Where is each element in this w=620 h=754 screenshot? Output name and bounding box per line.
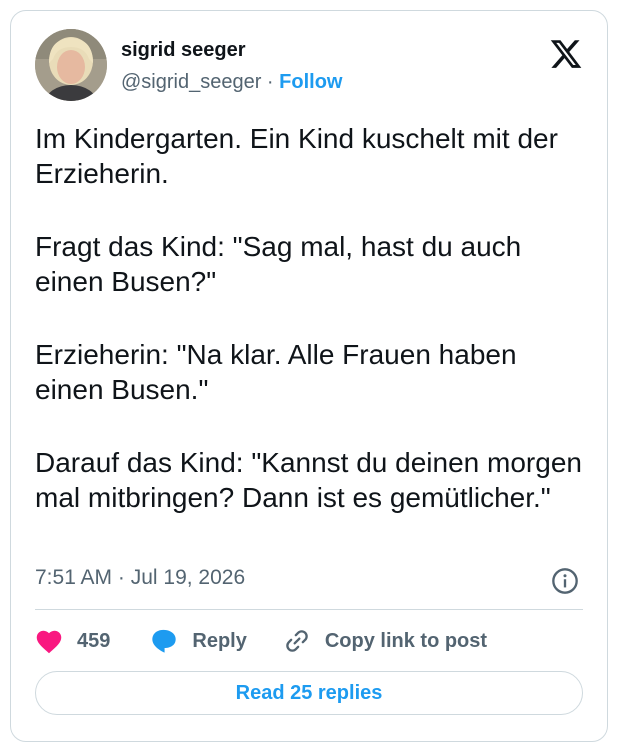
avatar[interactable] — [35, 29, 107, 101]
x-logo-icon[interactable] — [549, 37, 583, 71]
author-handle[interactable]: @sigrid_seeger — [121, 71, 261, 93]
divider — [35, 609, 583, 610]
tweet-paragraph: Im Kindergarten. Ein Kind kuschelt mit d… — [35, 123, 558, 189]
handle-row: @sigrid_seeger · Follow — [121, 71, 342, 94]
tweet-text: Im Kindergarten. Ein Kind kuschelt mit d… — [35, 121, 585, 515]
read-replies-button[interactable]: Read 25 replies — [35, 671, 583, 715]
tweet-timestamp[interactable]: 7:51 AM · Jul 19, 2026 — [35, 566, 245, 590]
link-icon — [286, 630, 308, 652]
follow-button[interactable]: Follow — [279, 71, 342, 93]
handle-separator: · — [261, 71, 280, 93]
info-icon[interactable] — [551, 567, 579, 595]
copy-link-button[interactable]: Copy link to post — [283, 627, 487, 655]
like-button[interactable]: 459 — [35, 628, 110, 654]
tweet-card: sigrid seeger @sigrid_seeger · Follow Im… — [10, 10, 608, 742]
heart-icon — [36, 630, 62, 654]
reply-button[interactable]: Reply — [150, 627, 247, 655]
copy-link-label: Copy link to post — [324, 629, 488, 652]
author-name[interactable]: sigrid seeger — [121, 39, 246, 62]
like-count: 459 — [77, 629, 111, 652]
tweet-paragraph: Erzieherin: "Na klar. Alle Frauen haben … — [35, 339, 517, 405]
speech-bubble-icon — [152, 629, 177, 653]
tweet-paragraph: Fragt das Kind: "Sag mal, hast du auch e… — [35, 231, 522, 297]
tweet-paragraph: Darauf das Kind: "Kannst du deinen morge… — [35, 447, 582, 513]
action-bar: 459 Reply Copy link to post — [35, 623, 487, 659]
reply-label: Reply — [192, 629, 247, 652]
